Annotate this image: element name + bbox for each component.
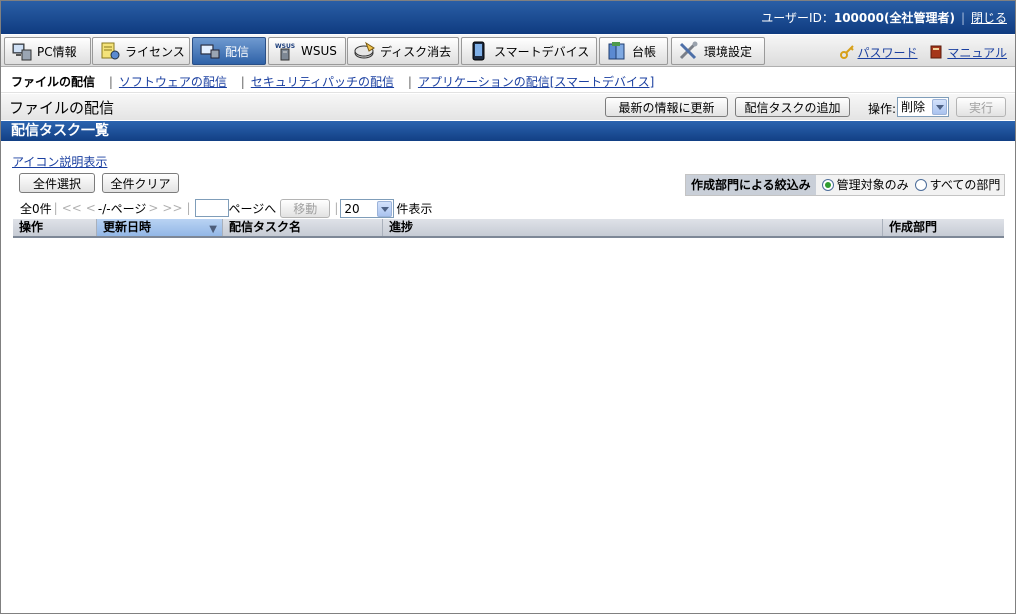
table-body (13, 240, 1004, 610)
delivery-icon (199, 41, 221, 61)
divider: | (407, 75, 412, 89)
license-icon (99, 41, 121, 61)
manual-icon (929, 45, 943, 59)
radio-managed-only[interactable] (821, 179, 834, 191)
radio-label: 管理対象のみ (836, 178, 909, 192)
tab-label: ディスク消去 (380, 44, 452, 59)
per-page-suffix: 件表示 (396, 201, 433, 216)
disk-erase-icon (354, 41, 376, 61)
last-page-button[interactable]: >> (162, 201, 182, 215)
divider: | (108, 75, 113, 89)
column-header-updated[interactable]: 更新日時 ▼ (97, 219, 223, 236)
column-header-department[interactable]: 作成部門 (883, 219, 1004, 236)
subnav-app-delivery-smart-device[interactable]: アプリケーションの配信[スマートデバイス] (418, 75, 654, 89)
key-icon (839, 45, 854, 59)
tab-license[interactable]: ライセンス (92, 37, 190, 65)
operation-label: 操作: (868, 102, 897, 116)
column-label: 更新日時 (103, 220, 152, 234)
column-header-task-name[interactable]: 配信タスク名 (223, 219, 383, 236)
title-row: ファイルの配信 最新の情報に更新 配信タスクの追加 操作: 削除 実行 (1, 94, 1015, 120)
radio-all-departments[interactable] (914, 179, 927, 191)
pc-icon (11, 41, 33, 61)
tab-label: 環境設定 (704, 44, 753, 59)
subnav-security-patch-delivery[interactable]: セキュリティパッチの配信 (251, 75, 394, 89)
tab-label: 配信 (225, 44, 250, 59)
filter-options: 管理対象のみ すべての部門 (815, 175, 1005, 195)
tab-delivery[interactable]: 配信 (192, 37, 266, 65)
password-link[interactable]: パスワード (858, 46, 918, 60)
filter-label: 作成部門による絞込み (686, 175, 816, 195)
first-page-button[interactable]: << (62, 201, 82, 215)
add-task-button[interactable]: 配信タスクの追加 (735, 97, 850, 117)
column-header-operation[interactable]: 操作 (13, 219, 97, 236)
tab-label: ライセンス (125, 44, 185, 59)
prev-page-button[interactable]: < (86, 201, 96, 215)
close-link[interactable]: 閉じる (971, 11, 1007, 25)
tab-label: WSUS (301, 44, 337, 58)
radio-label: すべての部門 (929, 178, 1001, 192)
tab-label: スマートデバイス (494, 44, 590, 59)
page-to-label: ページへ (228, 201, 277, 216)
page-title: ファイルの配信 (9, 99, 115, 117)
per-page-value: 20 (344, 201, 360, 216)
total-count: 全0件 (20, 201, 52, 216)
subnav-current: ファイルの配信 (11, 75, 96, 89)
chevron-down-icon (377, 200, 393, 217)
divider: | (53, 201, 58, 215)
tab-pc-info[interactable]: PC情報 (4, 37, 91, 65)
select-all-button[interactable]: 全件選択 (19, 173, 95, 193)
main-tab-bar: PC情報 ライセンス 配信 WSUS WSUS ディスク消去 スマートデバイス … (1, 35, 1015, 67)
tools-icon (678, 41, 700, 61)
ledger-icon (606, 41, 628, 61)
tab-label: PC情報 (37, 44, 77, 59)
chevron-down-icon (932, 99, 947, 115)
user-role: (全社管理者) (883, 11, 955, 25)
manual-link[interactable]: マニュアル (947, 46, 1007, 60)
tab-disk-erase[interactable]: ディスク消去 (347, 37, 459, 65)
move-button[interactable]: 移動 (280, 198, 331, 218)
section-header: 配信タスク一覧 (1, 121, 1015, 141)
smartphone-icon (468, 41, 490, 61)
refresh-button[interactable]: 最新の情報に更新 (605, 97, 728, 117)
clear-all-button[interactable]: 全件クリア (102, 173, 179, 193)
divider: | (960, 11, 965, 25)
wsus-icon: WSUS (275, 41, 297, 61)
user-prefix: ユーザーID： (761, 11, 834, 25)
top-bar: ユーザーID：100000(全社管理者) | 閉じる (1, 1, 1015, 34)
subnav-software-delivery[interactable]: ソフトウェアの配信 (119, 75, 227, 89)
page-status: -/-ページ (97, 201, 147, 216)
column-header-progress[interactable]: 進捗 (383, 219, 883, 236)
user-id: 100000 (833, 11, 884, 25)
table-header: 操作 更新日時 ▼ 配信タスク名 進捗 作成部門 (13, 219, 1004, 238)
department-filter: 作成部門による絞込み 管理対象のみ すべての部門 (685, 174, 1006, 196)
header-links: パスワード マニュアル (832, 44, 1007, 61)
user-info: ユーザーID：100000(全社管理者) | 閉じる (761, 9, 1007, 26)
operation-value: 削除 (901, 100, 926, 114)
tab-smart-device[interactable]: スマートデバイス (461, 37, 597, 65)
tab-settings[interactable]: 環境設定 (671, 37, 765, 65)
operation-select[interactable]: 削除 (897, 97, 949, 117)
next-page-button[interactable]: > (148, 201, 158, 215)
page-number-input[interactable] (194, 199, 229, 217)
divider: | (240, 75, 245, 89)
tab-wsus[interactable]: WSUS WSUS (268, 37, 346, 65)
divider: | (186, 201, 191, 215)
tab-ledger[interactable]: 台帳 (599, 37, 668, 65)
sort-desc-icon: ▼ (209, 224, 217, 235)
run-button[interactable]: 実行 (956, 97, 1006, 117)
tab-label: 台帳 (632, 44, 657, 59)
pager: 全0件 | << < -/-ページ > >> | ページへ 移動 | 20 件表… (20, 198, 433, 218)
per-page-select[interactable]: 20 (340, 198, 395, 218)
sub-navigation: ファイルの配信 | ソフトウェアの配信 | セキュリティパッチの配信 | アプリケーシ… (1, 68, 1015, 93)
divider: | (334, 201, 339, 215)
icon-legend-link[interactable]: アイコン説明表示 (12, 153, 107, 170)
app-window: ユーザーID：100000(全社管理者) | 閉じる PC情報 ライセンス 配信 W… (0, 0, 1016, 614)
